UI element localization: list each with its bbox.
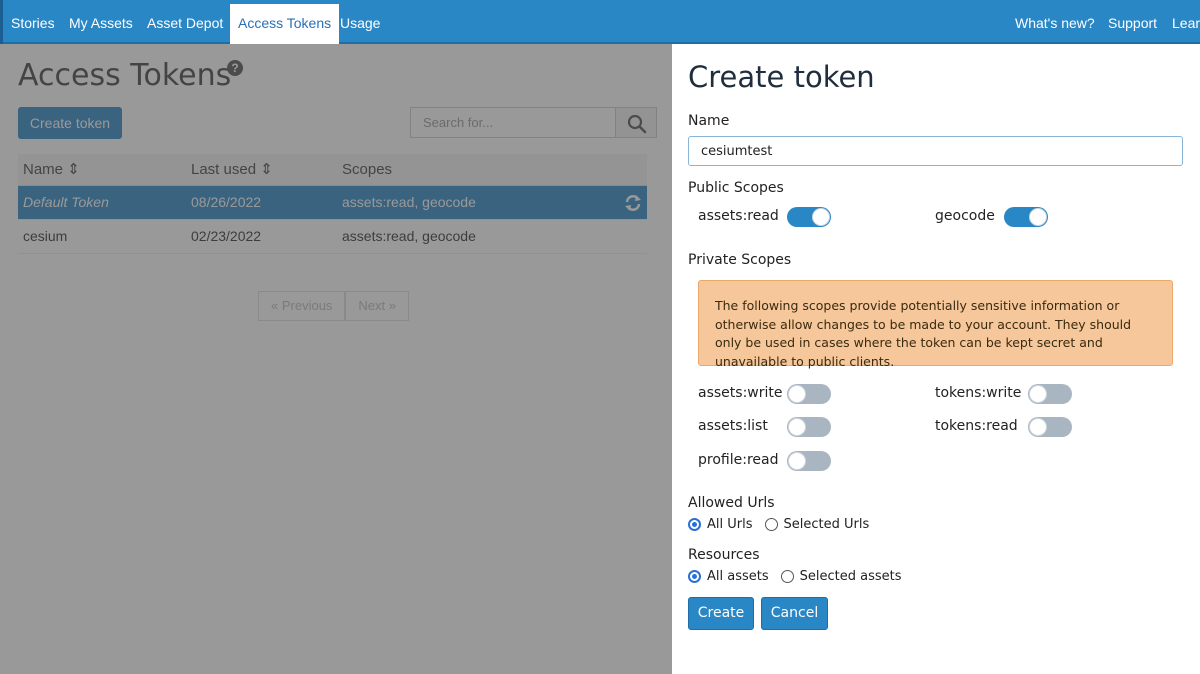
tokens-table: Name ⇕ Last used ⇕ Scopes Default Token … xyxy=(18,154,647,254)
token-list-page: Access Tokens ? Create token Search for.… xyxy=(0,44,672,674)
scope-label: assets:list xyxy=(698,418,768,434)
search-button[interactable] xyxy=(615,107,657,138)
radio-button[interactable] xyxy=(780,570,794,583)
radio-label: All assets xyxy=(707,569,769,584)
scope-toggle-tokens-write[interactable] xyxy=(1028,384,1072,404)
radio-selected-urls[interactable]: Selected Urls xyxy=(764,517,870,532)
scope-toggle-profile-read[interactable] xyxy=(787,451,831,471)
create-button[interactable]: Create xyxy=(688,597,754,630)
radio-button[interactable] xyxy=(764,518,778,531)
sort-icon: ⇕ xyxy=(67,161,80,178)
scope-label: tokens:read xyxy=(935,418,1018,434)
previous-page-button[interactable]: « Previous xyxy=(258,291,346,321)
scope-label: profile:read xyxy=(698,452,779,468)
scope-label: geocode xyxy=(935,208,995,224)
column-header-scopes: Scopes xyxy=(342,161,393,178)
cancel-button[interactable]: Cancel xyxy=(761,597,828,630)
page-title: Access Tokens xyxy=(18,58,232,93)
allowed-urls-radio-group: All Urls Selected Urls xyxy=(688,517,881,532)
token-name: Default Token xyxy=(23,194,109,210)
scope-tokens-write: tokens:write xyxy=(935,385,1021,401)
token-last-used: 02/23/2022 xyxy=(191,228,262,244)
scope-label: tokens:write xyxy=(935,385,1022,401)
public-scopes-label: Public Scopes xyxy=(688,180,784,196)
token-name: cesium xyxy=(23,228,68,244)
scope-assets-read: assets:read xyxy=(698,208,779,224)
nav-item-support[interactable]: Support xyxy=(1108,0,1157,42)
search-icon xyxy=(627,114,647,134)
scope-label: assets:write xyxy=(698,385,783,401)
name-label: Name xyxy=(688,113,730,129)
scope-toggle-assets-list[interactable] xyxy=(787,417,831,437)
sort-icon: ⇕ xyxy=(260,161,273,178)
column-header-last-used[interactable]: Last used ⇕ xyxy=(191,154,273,186)
scope-toggle-assets-write[interactable] xyxy=(787,384,831,404)
allowed-urls-label: Allowed Urls xyxy=(688,495,775,511)
radio-label: Selected Urls xyxy=(783,517,870,532)
pagination: « Previous Next » xyxy=(258,291,409,321)
token-scopes: assets:read, geocode xyxy=(342,228,476,244)
search-input[interactable]: Search for... xyxy=(410,107,616,138)
nav-item-asset-depot[interactable]: Asset Depot xyxy=(147,0,223,42)
resources-radio-group: All assets Selected assets xyxy=(688,569,914,584)
create-token-panel: Create token Name Public Scopes assets:r… xyxy=(672,44,1200,674)
radio-selected-assets[interactable]: Selected assets xyxy=(780,569,902,584)
top-navbar: Stories My Assets Asset Depot Access Tok… xyxy=(0,0,1200,46)
private-scopes-warning: The following scopes provide potentially… xyxy=(698,280,1173,369)
table-row[interactable]: cesium 02/23/2022 assets:read, geocode xyxy=(18,220,647,254)
radio-label: Selected assets xyxy=(799,569,902,584)
radio-button[interactable] xyxy=(688,570,701,583)
nav-item-learn[interactable]: Lear xyxy=(1172,0,1200,42)
table-header: Name ⇕ Last used ⇕ Scopes xyxy=(18,154,647,186)
scope-tokens-read: tokens:read xyxy=(935,418,1018,434)
create-token-button[interactable]: Create token xyxy=(18,107,122,139)
radio-label: All Urls xyxy=(707,517,753,532)
private-scopes-label: Private Scopes xyxy=(688,252,792,268)
refresh-icon[interactable] xyxy=(623,193,643,216)
scope-toggle-assets-read[interactable] xyxy=(787,207,831,227)
token-scopes: assets:read, geocode xyxy=(342,194,476,210)
nav-item-whats-new[interactable]: What's new? xyxy=(1015,0,1095,42)
nav-item-stories[interactable]: Stories xyxy=(11,0,55,42)
table-row[interactable]: Default Token 08/26/2022 assets:read, ge… xyxy=(18,186,647,220)
next-page-button[interactable]: Next » xyxy=(345,291,409,321)
radio-all-urls[interactable]: All Urls xyxy=(688,517,753,532)
nav-item-usage[interactable]: Usage xyxy=(340,0,380,42)
radio-all-assets[interactable]: All assets xyxy=(688,569,769,584)
column-header-name[interactable]: Name ⇕ xyxy=(23,154,80,186)
scope-profile-read: profile:read xyxy=(698,452,778,468)
scope-assets-write: assets:write xyxy=(698,385,782,401)
navbar-edge xyxy=(0,0,3,44)
scope-label: assets:read xyxy=(698,208,779,224)
question-circle-icon[interactable]: ? xyxy=(227,60,243,76)
scope-toggle-tokens-read[interactable] xyxy=(1028,417,1072,437)
scope-assets-list: assets:list xyxy=(698,418,768,434)
token-name-input[interactable] xyxy=(688,136,1183,166)
token-last-used: 08/26/2022 xyxy=(191,194,262,210)
resources-label: Resources xyxy=(688,547,760,563)
scope-toggle-geocode[interactable] xyxy=(1004,207,1048,227)
radio-button[interactable] xyxy=(688,518,701,531)
nav-item-my-assets[interactable]: My Assets xyxy=(69,0,133,42)
panel-title: Create token xyxy=(688,60,875,94)
scope-geocode: geocode xyxy=(935,208,995,224)
nav-item-access-tokens[interactable]: Access Tokens xyxy=(230,4,340,46)
